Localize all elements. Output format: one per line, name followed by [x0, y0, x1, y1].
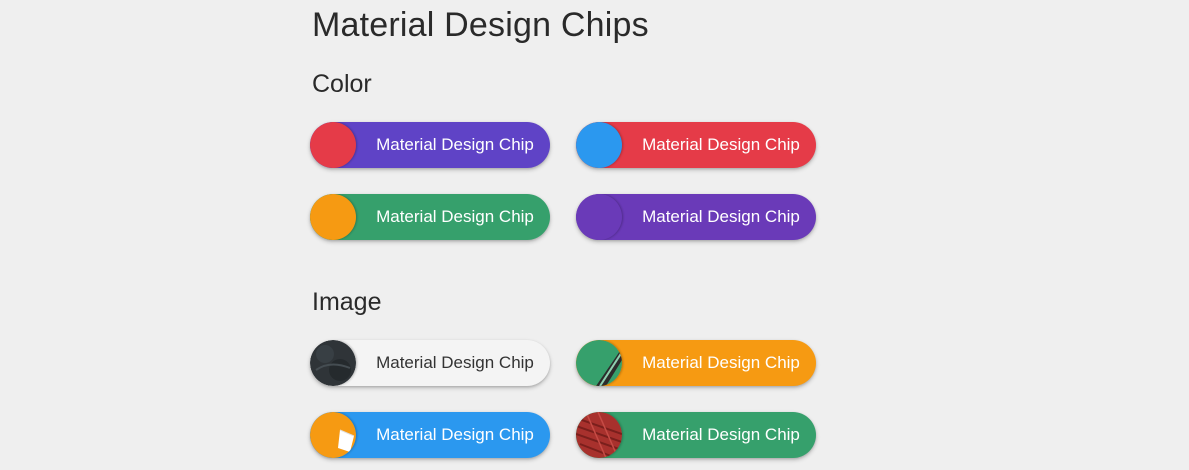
color-chip[interactable]: Material Design Chip: [576, 194, 816, 240]
image-chip[interactable]: Material Design Chip: [576, 340, 816, 386]
image-chip[interactable]: Material Design Chip: [576, 412, 816, 458]
section-title-color: Color: [312, 70, 372, 98]
color-avatar: [310, 122, 356, 168]
color-avatar: [576, 122, 622, 168]
chips-page: Material Design Chips Color Material Des…: [0, 0, 1189, 470]
orange-white-image-avatar: [310, 412, 356, 458]
color-avatar: [310, 194, 356, 240]
color-chip[interactable]: Material Design Chip: [576, 122, 816, 168]
chip-label: Material Design Chip: [376, 425, 534, 444]
chip-label: Material Design Chip: [376, 353, 534, 372]
green-stripe-image-avatar: [576, 340, 622, 386]
chip-label: Material Design Chip: [642, 207, 800, 226]
image-chip-grid: Material Design Chip Material Design Chi…: [310, 340, 816, 458]
chip-label: Material Design Chip: [642, 353, 800, 372]
image-chip[interactable]: Material Design Chip: [310, 340, 550, 386]
section-title-image: Image: [312, 288, 382, 316]
chip-label: Material Design Chip: [376, 207, 534, 226]
chip-label: Material Design Chip: [642, 425, 800, 444]
color-chip-grid: Material Design Chip Material Design Chi…: [310, 122, 816, 240]
color-avatar: [576, 194, 622, 240]
chip-label: Material Design Chip: [376, 135, 534, 154]
image-chip[interactable]: Material Design Chip: [310, 412, 550, 458]
color-chip[interactable]: Material Design Chip: [310, 122, 550, 168]
chip-label: Material Design Chip: [642, 135, 800, 154]
color-chip[interactable]: Material Design Chip: [310, 194, 550, 240]
red-texture-image-avatar: [576, 412, 622, 458]
dark-texture-image-avatar: [310, 340, 356, 386]
page-title: Material Design Chips: [312, 6, 649, 44]
